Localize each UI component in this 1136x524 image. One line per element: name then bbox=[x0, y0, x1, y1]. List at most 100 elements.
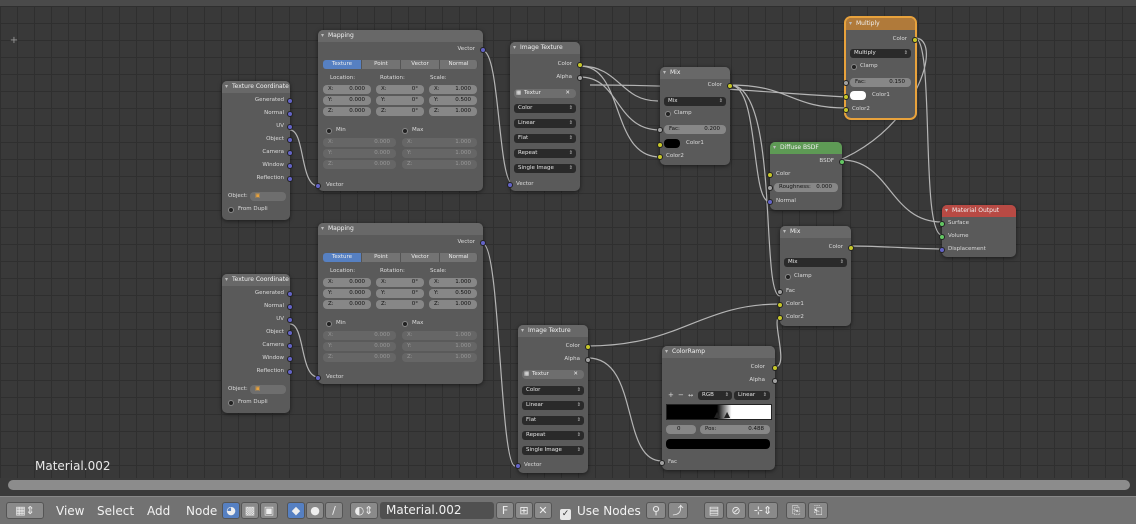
clamp-checkbox[interactable] bbox=[665, 111, 671, 117]
socket[interactable] bbox=[585, 357, 591, 363]
shader-tree-icon[interactable]: ◕ bbox=[222, 502, 240, 519]
material-output-node[interactable]: Material Output Surface Volume Displacem… bbox=[939, 205, 1016, 257]
min-x[interactable]: X: 0.000 bbox=[323, 138, 396, 147]
socket[interactable] bbox=[767, 185, 773, 191]
fake-user-button[interactable]: F bbox=[496, 502, 514, 519]
socket[interactable] bbox=[777, 289, 783, 295]
location-y[interactable]: Y: 0.000 bbox=[323, 96, 371, 105]
socket[interactable] bbox=[912, 37, 918, 43]
texture-tree-icon[interactable]: ▩ bbox=[241, 502, 259, 519]
stop-color-swatch[interactable] bbox=[666, 439, 770, 449]
menu-select[interactable]: Select bbox=[97, 503, 134, 519]
min-y[interactable]: Y: 0.000 bbox=[323, 149, 396, 158]
socket[interactable] bbox=[657, 142, 663, 148]
add-material-icon[interactable]: ⊞ bbox=[515, 502, 533, 519]
color-space-dropdown[interactable]: Color bbox=[522, 386, 584, 395]
socket[interactable] bbox=[777, 315, 783, 321]
brush-icon[interactable]: / bbox=[325, 502, 343, 519]
rotation-y[interactable]: Y: 0° bbox=[376, 289, 424, 298]
socket[interactable] bbox=[287, 369, 293, 375]
socket[interactable] bbox=[657, 127, 663, 133]
fac-field[interactable]: Fac: 0.200 bbox=[664, 125, 726, 134]
clamp-checkbox[interactable] bbox=[785, 274, 791, 280]
projection-dropdown[interactable]: Flat bbox=[514, 134, 576, 143]
rotation-x[interactable]: X: 0° bbox=[376, 278, 424, 287]
socket[interactable] bbox=[287, 150, 293, 156]
socket[interactable] bbox=[515, 463, 521, 469]
tab-vector[interactable]: Vector bbox=[401, 60, 440, 69]
socket[interactable] bbox=[507, 182, 513, 188]
node-canvas[interactable]: + Texture Coordinate Generated Normal UV… bbox=[0, 0, 1136, 478]
socket[interactable] bbox=[287, 343, 293, 349]
rotation-z[interactable]: Z: 0° bbox=[376, 107, 424, 116]
socket[interactable] bbox=[839, 159, 845, 165]
object-field[interactable]: ▣ bbox=[250, 385, 286, 394]
snap-mode-icon[interactable]: ⊹⇕ bbox=[748, 502, 778, 519]
tab-texture[interactable]: Texture bbox=[323, 253, 362, 262]
max-z[interactable]: Z: 1.000 bbox=[402, 160, 477, 169]
socket[interactable] bbox=[577, 75, 583, 81]
min-checkbox[interactable] bbox=[326, 321, 332, 327]
source-dropdown[interactable]: Single Image bbox=[514, 164, 576, 173]
source-dropdown[interactable]: Single Image bbox=[522, 446, 584, 455]
roughness-field[interactable]: Roughness: 0.000 bbox=[774, 183, 838, 192]
scale-z[interactable]: Z: 1.000 bbox=[429, 300, 477, 309]
scale-x[interactable]: X: 1.000 bbox=[429, 278, 477, 287]
location-z[interactable]: Z: 0.000 bbox=[323, 107, 371, 116]
socket[interactable] bbox=[939, 247, 945, 253]
socket[interactable] bbox=[287, 356, 293, 362]
interpolation-dropdown[interactable]: Linear bbox=[522, 401, 584, 410]
copy-nodes-icon[interactable]: ⎘ bbox=[786, 502, 806, 519]
socket[interactable] bbox=[287, 330, 293, 336]
tab-texture[interactable]: Texture bbox=[323, 60, 362, 69]
tab-normal[interactable]: Normal bbox=[440, 253, 478, 262]
use-nodes-checkbox[interactable]: ✓ Use Nodes bbox=[560, 503, 641, 520]
socket[interactable] bbox=[287, 291, 293, 297]
position-field[interactable]: Pos: 0.488 bbox=[700, 425, 770, 434]
stop-marker-icon[interactable]: ▲ bbox=[724, 410, 730, 419]
mapping-node-top[interactable]: Mapping Vector Texture Point Vector Norm… bbox=[315, 30, 486, 191]
min-z[interactable]: Z: 0.000 bbox=[323, 353, 396, 362]
socket[interactable] bbox=[777, 302, 783, 308]
socket[interactable] bbox=[767, 172, 773, 178]
location-z[interactable]: Z: 0.000 bbox=[323, 300, 371, 309]
object-field[interactable]: ▣ bbox=[250, 192, 286, 201]
interpolation-dropdown[interactable]: Linear bbox=[734, 391, 770, 400]
socket[interactable] bbox=[287, 137, 293, 143]
diffuse-bsdf-node[interactable]: Diffuse BSDF BSDF Color Roughness:0.000 … bbox=[767, 142, 845, 210]
tab-point[interactable]: Point bbox=[362, 253, 401, 262]
socket[interactable] bbox=[287, 317, 293, 323]
min-checkbox[interactable] bbox=[326, 128, 332, 134]
socket[interactable] bbox=[480, 47, 486, 53]
socket[interactable] bbox=[767, 199, 773, 205]
color-mode-dropdown[interactable]: RGB bbox=[698, 391, 732, 400]
socket[interactable] bbox=[659, 460, 665, 466]
socket[interactable] bbox=[848, 245, 854, 251]
pin-icon[interactable]: ⚲ bbox=[646, 502, 666, 519]
mix-node-bottom[interactable]: Mix Color Mix Clamp Fac Color1 Color2 bbox=[777, 226, 854, 326]
socket[interactable] bbox=[287, 304, 293, 310]
rotation-x[interactable]: X: 0° bbox=[376, 85, 424, 94]
fac-field[interactable]: Fac: 0.150 bbox=[850, 78, 911, 87]
socket[interactable] bbox=[287, 111, 293, 117]
max-x[interactable]: X: 1.000 bbox=[402, 331, 477, 340]
socket[interactable] bbox=[287, 176, 293, 182]
interpolation-dropdown[interactable]: Linear bbox=[514, 119, 576, 128]
socket[interactable] bbox=[315, 375, 321, 381]
socket[interactable] bbox=[287, 163, 293, 169]
editor-type-button[interactable]: ▦⇕ bbox=[6, 502, 44, 519]
image-texture-node-top[interactable]: Image Texture Color Alpha ▦Textur✕ Color… bbox=[507, 42, 583, 191]
mapping-node-bottom[interactable]: Mapping Vector Texture Point Vector Norm… bbox=[315, 223, 486, 384]
scale-y[interactable]: Y: 0.500 bbox=[429, 289, 477, 298]
max-y[interactable]: Y: 1.000 bbox=[402, 342, 477, 351]
socket[interactable] bbox=[939, 221, 945, 227]
compositor-tree-icon[interactable]: ▣ bbox=[260, 502, 278, 519]
menu-add[interactable]: Add bbox=[147, 503, 170, 519]
menu-node[interactable]: Node bbox=[186, 503, 217, 519]
location-x[interactable]: X: 0.000 bbox=[323, 85, 371, 94]
tab-point[interactable]: Point bbox=[362, 60, 401, 69]
socket[interactable] bbox=[843, 80, 849, 86]
blend-mode-dropdown[interactable]: Multiply bbox=[850, 49, 911, 58]
clamp-checkbox[interactable] bbox=[851, 64, 857, 70]
add-stop-icon[interactable]: + bbox=[668, 391, 674, 400]
